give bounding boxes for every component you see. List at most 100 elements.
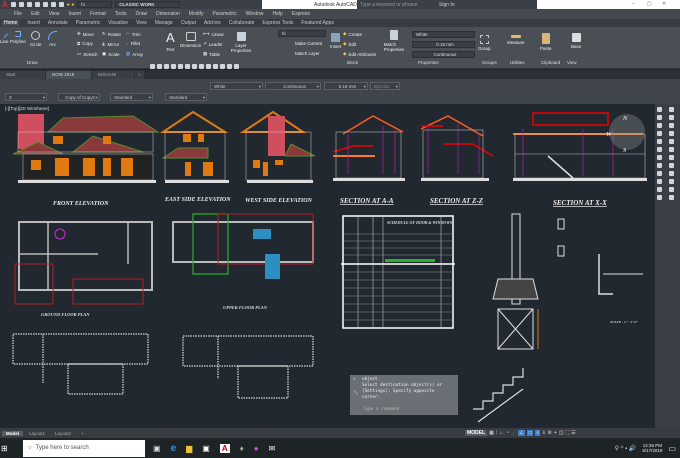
toolbar-properties-icon[interactable] — [227, 63, 232, 69]
scale-tool-icon[interactable] — [657, 163, 662, 168]
move-tool-icon[interactable] — [657, 147, 662, 152]
otrack-icon[interactable]: ∠ — [518, 430, 525, 436]
group-button[interactable]: Group — [478, 35, 491, 51]
arc-tool-icon[interactable] — [669, 139, 674, 144]
maps-icon[interactable]: ● — [254, 444, 259, 453]
snap-icon[interactable]: ⁞ — [496, 430, 497, 436]
undo-icon[interactable] — [50, 2, 56, 7]
circle-button[interactable]: Circle — [30, 31, 42, 47]
new-tab-button[interactable]: + — [135, 71, 144, 79]
add-icon[interactable]: + — [554, 430, 557, 436]
model-space-button[interactable]: MODEL — [465, 430, 488, 436]
line-button[interactable]: Line — [0, 29, 9, 44]
mail-icon[interactable]: ✉ — [269, 444, 276, 453]
color-control[interactable]: White — [210, 82, 263, 90]
panel-title-utilities[interactable]: Utilities — [510, 60, 525, 65]
textstyle-control[interactable]: Standard — [110, 93, 153, 101]
linear-button[interactable]: ⟷ Linear — [203, 31, 224, 37]
toolbar-open-icon[interactable] — [157, 63, 162, 69]
edit-block-button[interactable]: ◆ Edit — [343, 41, 356, 47]
panel-title-draw[interactable]: Draw — [27, 60, 38, 65]
offset-tool-icon[interactable] — [657, 131, 662, 136]
extend-tool-icon[interactable] — [657, 187, 662, 192]
new-icon[interactable] — [10, 2, 16, 7]
clock[interactable]: 12:26 PM 6/17/2019 — [642, 443, 662, 453]
redo-icon[interactable] — [58, 2, 64, 7]
add-layout-button[interactable]: + — [77, 431, 88, 436]
linetype-dropdown[interactable]: Continuous — [412, 51, 475, 58]
file-tab-start[interactable]: Start — [0, 71, 45, 79]
paste-button[interactable]: Paste — [540, 33, 552, 51]
menu-help[interactable]: Help — [273, 11, 283, 17]
close-button[interactable]: ✕ — [662, 1, 666, 7]
menu-tools[interactable]: Tools — [115, 11, 127, 17]
edge-icon[interactable]: e — [171, 443, 177, 454]
hatch-tool-icon[interactable] — [669, 195, 674, 200]
table-button[interactable]: ▦ Table — [203, 51, 220, 57]
save-as-icon[interactable] — [34, 2, 40, 7]
erase-icon[interactable] — [657, 107, 662, 112]
insert-block-button[interactable]: Insert — [330, 33, 341, 49]
text-button[interactable]: A Text — [166, 30, 175, 52]
move-button[interactable]: ✥ Move — [77, 31, 94, 37]
osnap-icon[interactable]: ⋰ — [511, 430, 516, 436]
menu-draw[interactable]: Draw — [135, 11, 147, 17]
insert-tool-icon[interactable] — [669, 171, 674, 176]
save-icon[interactable] — [26, 2, 32, 7]
dimension-button[interactable]: Dimension — [180, 32, 201, 48]
tab-express-tools[interactable]: Express Tools — [262, 20, 293, 26]
match-properties-button[interactable]: Match Properties — [384, 30, 404, 52]
layer-control[interactable]: 3 — [5, 93, 47, 101]
toolbar-undo-icon[interactable] — [206, 63, 211, 69]
file-tab-now-2019-juny[interactable]: NOW 2019 juny* — [46, 71, 91, 85]
toolbar-copy-icon[interactable] — [192, 63, 197, 69]
lineweight-icon[interactable]: ▭ — [526, 430, 534, 436]
tab-visualize[interactable]: Visualize — [108, 20, 128, 26]
spline-tool-icon[interactable] — [669, 155, 674, 160]
color-dropdown[interactable]: White — [412, 31, 475, 38]
line-tool-icon[interactable] — [669, 107, 674, 112]
linetype-control[interactable]: Continuous — [265, 82, 321, 90]
autocad-logo[interactable]: A — [2, 0, 8, 9]
windows-start-icon[interactable]: ⊞ — [1, 444, 11, 453]
minimize-button[interactable]: – — [632, 1, 635, 7]
rotate-button[interactable]: ↻ Rotate — [102, 31, 121, 37]
toolbar-plot-icon[interactable] — [171, 63, 176, 69]
tray-icons[interactable]: ⚲ ^ ▪ 🔊 — [615, 445, 637, 452]
circle-tool-icon[interactable] — [669, 147, 674, 152]
point-tool-icon[interactable] — [669, 187, 674, 192]
tab-layout2[interactable]: Layout2 — [51, 431, 75, 436]
stretch-tool-icon[interactable] — [657, 171, 662, 176]
app-icon[interactable]: ♦ — [240, 444, 244, 453]
polygon-tool-icon[interactable] — [669, 123, 674, 128]
taskbar-search[interactable]: ○ Type here to search — [23, 439, 145, 457]
fillet-button[interactable]: ⌐ Fillet — [126, 41, 140, 46]
toolbar-pan-icon[interactable] — [213, 63, 218, 69]
command-input[interactable]: Type a command — [360, 406, 456, 413]
help-search-input[interactable]: Type a keyword or phrase — [357, 0, 427, 9]
annotation-visibility-icon[interactable]: ⅄ — [542, 430, 545, 436]
customize-menu-icon[interactable]: ☰ — [571, 430, 575, 436]
notifications-icon[interactable]: ▭ — [668, 444, 676, 453]
toolbar-help-icon[interactable] — [234, 63, 239, 69]
tab-collaborate[interactable]: Collaborate — [229, 20, 255, 26]
mirror-tool-icon[interactable] — [657, 123, 662, 128]
toolbar-zoom-icon[interactable] — [220, 63, 225, 69]
file-explorer-icon[interactable]: ▆ — [186, 444, 192, 453]
tab-annotate[interactable]: Annotate — [48, 20, 68, 26]
workspace-dropdown[interactable]: CLASSIC WORK — [115, 1, 181, 8]
menu-view[interactable]: View — [49, 11, 60, 17]
edit-attributes-button[interactable]: ◆ Edit Attributes — [343, 51, 376, 57]
menu-format[interactable]: Format — [90, 11, 106, 17]
trim-tool-icon[interactable] — [657, 179, 662, 184]
dimstyle-control[interactable]: Copy of CopyC — [58, 93, 100, 101]
menu-edit[interactable]: Edit — [31, 11, 40, 17]
block-tool-icon[interactable] — [669, 179, 674, 184]
command-window[interactable]: ✕ 🔧 object Select destination object(s) … — [350, 375, 458, 415]
file-tab-nishani-yagam[interactable]: NISHANI YAGAM — [92, 71, 134, 85]
drawing-canvas[interactable]: [-][Top][2D Wireframe] N W S FRONT ELEVA… — [3, 104, 655, 428]
tab-home[interactable]: Home — [2, 20, 20, 26]
tab-view[interactable]: View — [136, 20, 147, 26]
layer-dropdown[interactable]: hi — [278, 30, 326, 37]
tab-model[interactable]: Model — [2, 430, 23, 436]
